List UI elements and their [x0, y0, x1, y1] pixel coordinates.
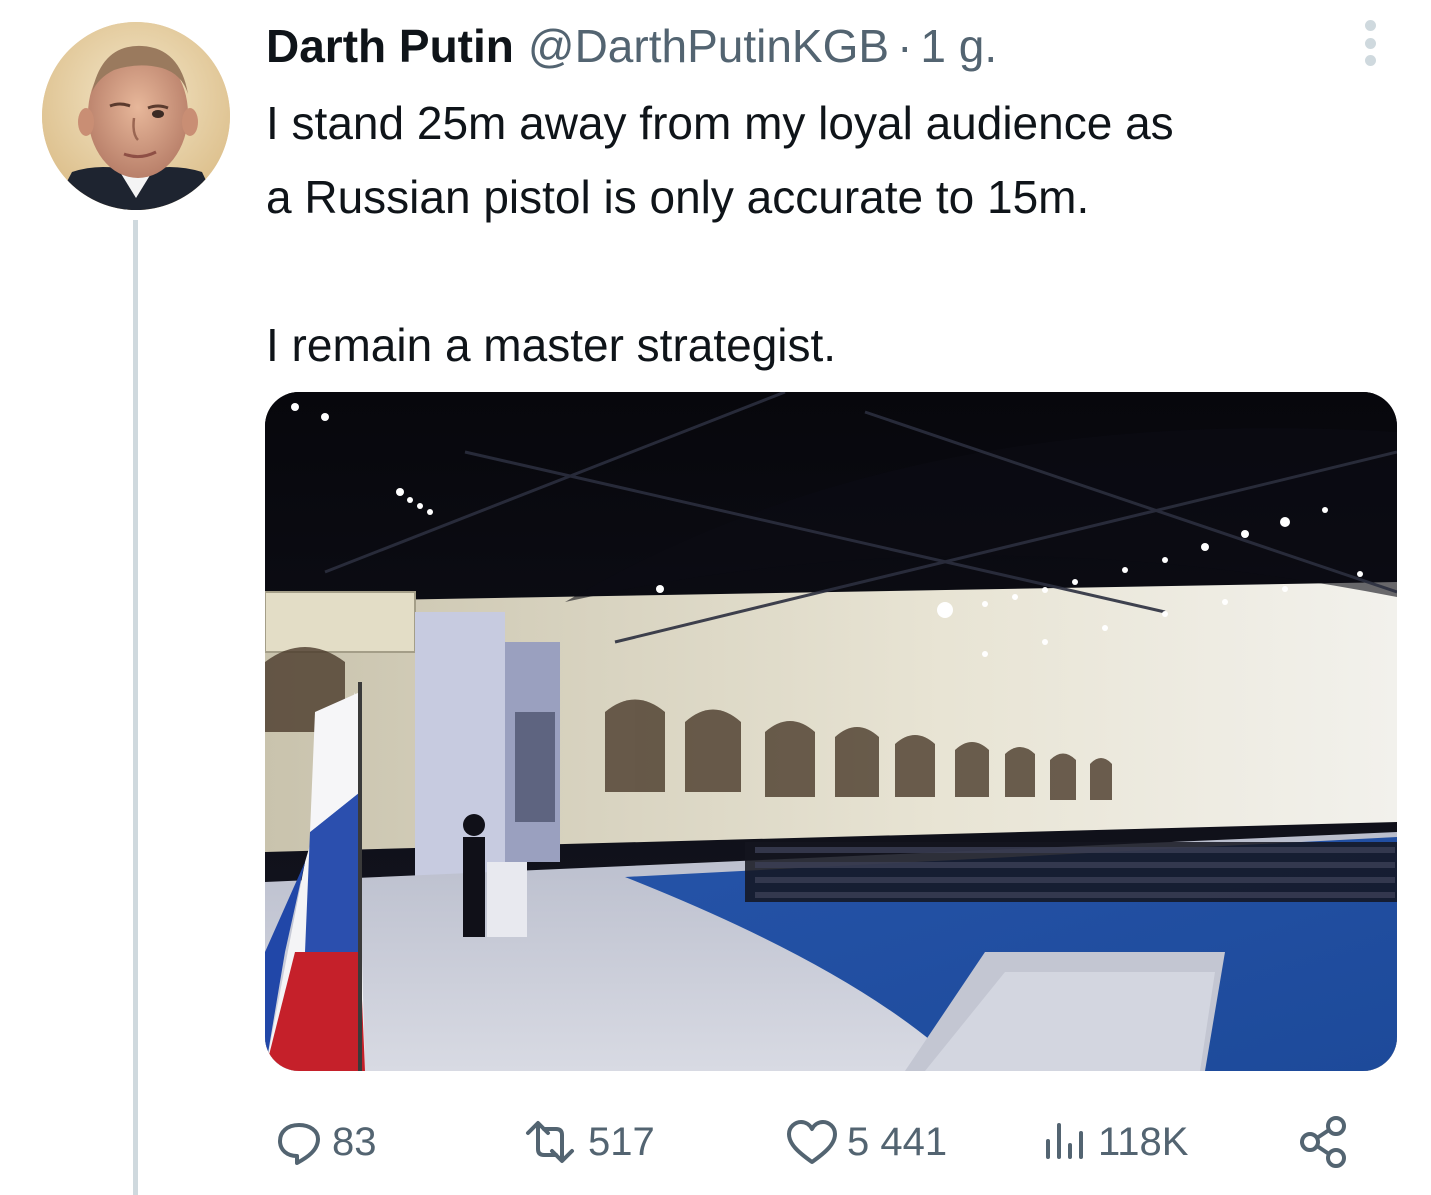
thread-line: [133, 220, 138, 1195]
tweet-text-line-2: a Russian pistol is only accurate to 15m…: [266, 171, 1090, 223]
tweet-text: I stand 25m away from my loyal audience …: [266, 86, 1396, 382]
avatar[interactable]: [42, 22, 230, 210]
reply-button[interactable]: 83: [274, 1110, 377, 1174]
tweet-text-paragraph-2: I remain a master strategist.: [266, 319, 837, 371]
heart-icon: [785, 1117, 839, 1167]
tweet-actions: 83 517 5 441 118K: [270, 1110, 1360, 1174]
author-handle[interactable]: @DarthPutinKGB: [528, 18, 889, 74]
author-name[interactable]: Darth Putin: [266, 18, 514, 74]
like-button[interactable]: 5 441: [785, 1110, 947, 1174]
reply-count: 83: [332, 1119, 377, 1164]
more-dot: [1364, 37, 1376, 49]
tweet-photo[interactable]: [265, 392, 1397, 1071]
tweet-header: Darth Putin @DarthPutinKGB · 1 g.: [266, 18, 997, 74]
retweet-count: 517: [588, 1119, 655, 1164]
more-dots-icon[interactable]: [1352, 18, 1388, 68]
share-button[interactable]: [1296, 1110, 1352, 1174]
header-separator: ·: [897, 20, 913, 72]
share-icon: [1296, 1114, 1352, 1170]
retweet-button[interactable]: 517: [520, 1110, 655, 1174]
tweet-timestamp[interactable]: 1 g.: [920, 18, 997, 74]
bar-chart-icon: [1040, 1117, 1090, 1167]
retweet-icon: [520, 1117, 580, 1167]
views-count: 118K: [1098, 1119, 1189, 1164]
more-dot: [1364, 20, 1376, 31]
reply-bubble-icon: [274, 1117, 324, 1167]
like-count: 5 441: [847, 1119, 948, 1164]
tweet-text-line-1: I stand 25m away from my loyal audience …: [266, 97, 1174, 149]
views-button[interactable]: 118K: [1040, 1110, 1188, 1174]
more-dot: [1364, 55, 1376, 66]
